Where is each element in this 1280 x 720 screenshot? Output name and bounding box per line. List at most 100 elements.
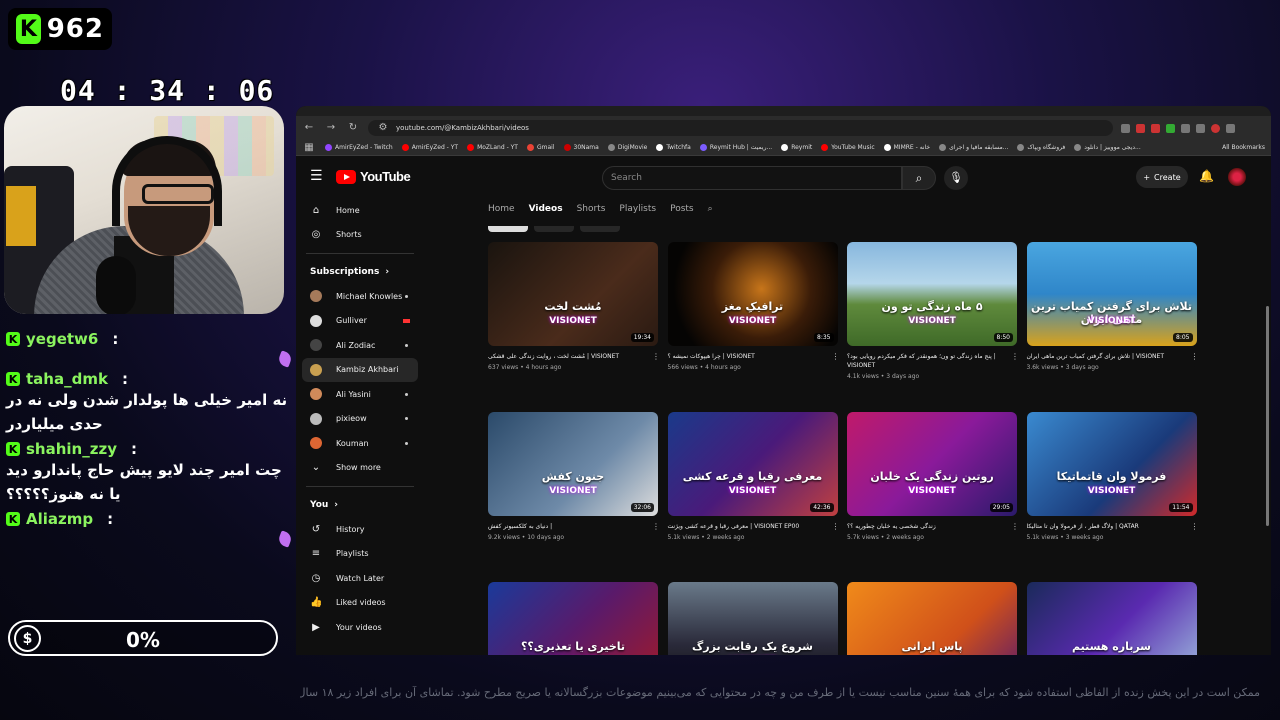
video-title[interactable]: چرا هیپوکات نمیشه ؟ | VISIONET (668, 352, 828, 361)
sidebar-item[interactable]: ◷ Watch Later (296, 566, 424, 591)
bookmark-item[interactable]: Reymit (781, 144, 812, 151)
video-title[interactable]: پنج ماه زندگی تو ون؛ همونقدر که فکر میکر… (847, 352, 1007, 370)
video-card[interactable]: جنون کفش VISIONET 32:06 دنیای به کلکسیونر ک… (488, 412, 660, 541)
video-card[interactable]: معرفی رقبا و قرعه کشی VISIONET 42:36 معرفی … (667, 412, 840, 541)
tab-home[interactable]: Home (488, 204, 515, 214)
video-card[interactable]: شروع یک رقابت بزرگVISIONET (667, 582, 838, 655)
video-thumbnail[interactable]: سرباره هستیمVISIONET (1026, 582, 1197, 655)
video-title[interactable]: دنیای به کلکسیونر کفش | (488, 522, 648, 531)
bookmark-item[interactable]: MIMRE - خانه (883, 144, 930, 151)
bookmark-item[interactable]: AmirEyZed - YT (401, 144, 458, 151)
apps-grid-icon[interactable]: ▦ (302, 141, 316, 155)
video-thumbnail[interactable]: شروع یک رقابت بزرگVISIONET (667, 582, 838, 655)
video-card[interactable]: سرباره هستیمVISIONET (1026, 582, 1197, 655)
profile-icon[interactable] (1211, 123, 1220, 133)
video-title[interactable]: تلاش برای گرفتن کمیاب ترین ماهی ایران | … (1027, 352, 1187, 361)
sidebar-item[interactable]: ≡ Playlists (296, 542, 424, 567)
all-bookmarks-button[interactable]: All Bookmarks (1222, 144, 1265, 151)
video-thumbnail[interactable]: مُشت لخت VISIONET 19:34 (488, 242, 658, 346)
video-card[interactable]: روتین زندگی یک خلبان VISIONET 29:05 زندگی ش… (847, 412, 1019, 541)
address-bar[interactable]: ⚙ youtube.com/@KambizAkhbari/videos (368, 120, 1113, 136)
video-thumbnail[interactable]: تلاش برای گرفتن کمیاب ترین ماهی ایران VIS… (1026, 242, 1197, 346)
search-input[interactable]: Search (602, 166, 902, 190)
video-thumbnail[interactable]: ترافیکِ مغز VISIONET 8:35 (667, 242, 838, 346)
extension-icon[interactable] (1181, 123, 1190, 133)
subscription-item[interactable]: Ali Zodiac (296, 333, 424, 358)
tab-posts[interactable]: Posts (670, 204, 694, 214)
subscription-item[interactable]: Kouman (296, 431, 424, 456)
video-card[interactable]: ۵ ماه زندگی تو ون VISIONET 8:50 پنج ماه زند… (847, 242, 1019, 380)
menu-icon[interactable] (1226, 123, 1235, 133)
video-thumbnail[interactable]: ۵ ماه زندگی تو ون VISIONET 8:50 (847, 242, 1017, 346)
more-options-icon[interactable]: ⋮ (832, 352, 840, 361)
bookmark-item[interactable]: Twitchfa (656, 144, 691, 151)
extension-icon[interactable] (1166, 123, 1175, 133)
create-button[interactable]: + Create (1136, 166, 1188, 188)
bookmark-item[interactable]: Gmail (526, 144, 555, 151)
chip-popular[interactable] (534, 226, 574, 232)
bookmark-item[interactable]: YouTube Music (821, 144, 875, 151)
bookmark-item[interactable]: فروشگاه ویپاک (1017, 144, 1065, 151)
video-title[interactable]: ولاگ قطر ، از فرمولا وان تا متالیکا | QA… (1027, 522, 1187, 531)
subscription-item[interactable]: Kambiz Akhbari (302, 357, 418, 382)
chip-latest[interactable] (488, 226, 528, 232)
subscriptions-header[interactable]: Subscriptions › (296, 260, 424, 284)
scrollbar[interactable] (1266, 306, 1269, 526)
hamburger-menu-icon[interactable]: ☰ (310, 168, 323, 184)
video-card[interactable]: تاخیری یا تعذیری؟؟VISIONET (488, 582, 658, 655)
account-avatar[interactable] (1228, 168, 1246, 186)
more-options-icon[interactable]: ⋮ (1011, 522, 1019, 531)
tab-shorts[interactable]: Shorts (577, 204, 606, 214)
video-thumbnail[interactable]: تاخیری یا تعذیری؟؟VISIONET (488, 582, 658, 655)
subscription-item[interactable]: Ali Yasini (296, 382, 424, 407)
video-title[interactable]: زندگی شخصی یه خلبان چطوریه ؟؟ (847, 522, 1007, 531)
subscription-item[interactable]: Michael Knowles (296, 284, 424, 309)
more-options-icon[interactable]: ⋮ (1191, 522, 1199, 531)
you-header[interactable]: You › (296, 493, 424, 517)
extension-icon[interactable] (1121, 123, 1130, 133)
more-options-icon[interactable]: ⋮ (832, 522, 840, 531)
bookmark-item[interactable]: مسابقه مافیا و اجرای... (939, 144, 1008, 151)
notifications-bell-icon[interactable]: 🔔 (1199, 169, 1214, 183)
sidebar-item[interactable]: ◎ Shorts (296, 223, 424, 248)
more-options-icon[interactable]: ⋮ (652, 352, 660, 361)
back-icon[interactable]: ← (302, 121, 316, 135)
extension-icon[interactable] (1151, 123, 1160, 133)
extension-icon[interactable] (1196, 123, 1205, 133)
sidebar-item[interactable]: 👍 Liked videos (296, 591, 424, 616)
video-thumbnail[interactable]: پاس ایرانیVISIONET (847, 582, 1017, 655)
voice-search-icon[interactable]: 🎙 (944, 166, 968, 190)
bookmark-item[interactable]: 30Nama (563, 144, 599, 151)
chip-oldest[interactable] (580, 226, 620, 232)
video-thumbnail[interactable]: فرمولا وان قاتماتیکا VISIONET 11:54 (1026, 412, 1197, 516)
video-card[interactable]: پاس ایرانیVISIONET (847, 582, 1017, 655)
sidebar-item[interactable]: ▶ Your videos (296, 615, 424, 640)
video-title[interactable]: معرفی رقبا و قرعه کشی ویژنت | VISIONET E… (668, 522, 828, 531)
channel-search-icon[interactable]: ⌕ (708, 204, 713, 214)
tab-videos[interactable]: Videos (529, 204, 563, 214)
bookmark-item[interactable]: دیجی مووییز | دانلود... (1074, 144, 1141, 151)
video-card[interactable]: تلاش برای گرفتن کمیاب ترین ماهی ایران VIS… (1026, 242, 1199, 371)
bookmark-item[interactable]: MoZLand - YT (467, 144, 518, 151)
sidebar-item[interactable]: ⌂ Home (296, 198, 424, 223)
video-title[interactable]: مُشت لخت ، روایت زندگی علی قشکی | VISION… (488, 352, 648, 361)
more-options-icon[interactable]: ⋮ (1011, 352, 1019, 370)
video-card[interactable]: فرمولا وان قاتماتیکا VISIONET 11:54 ولاگ قط… (1026, 412, 1199, 541)
more-options-icon[interactable]: ⋮ (652, 522, 660, 531)
bookmark-item[interactable]: DigiMovie (607, 144, 647, 151)
sidebar-item[interactable]: ↺ History (296, 517, 424, 542)
subscription-item[interactable]: Gulliver (296, 309, 424, 334)
video-thumbnail[interactable]: جنون کفش VISIONET 32:06 (488, 412, 658, 516)
bookmark-item[interactable]: Reymit Hub | ریمیت... (699, 144, 772, 151)
tab-playlists[interactable]: Playlists (619, 204, 656, 214)
extension-icon[interactable] (1136, 123, 1145, 133)
more-options-icon[interactable]: ⋮ (1191, 352, 1199, 361)
forward-icon[interactable]: → (324, 121, 338, 135)
video-thumbnail[interactable]: روتین زندگی یک خلبان VISIONET 29:05 (847, 412, 1017, 516)
search-icon[interactable]: ⌕ (902, 166, 936, 190)
video-card[interactable]: مُشت لخت VISIONET 19:34 مُشت لخت ، روایت زن… (488, 242, 660, 371)
site-info-icon[interactable]: ⚙ (376, 121, 390, 135)
subscription-item[interactable]: pixieow (296, 407, 424, 432)
youtube-logo[interactable]: YouTube (336, 169, 411, 184)
video-card[interactable]: ترافیکِ مغز VISIONET 8:35 چرا هیپوکات نمیشه… (667, 242, 840, 371)
